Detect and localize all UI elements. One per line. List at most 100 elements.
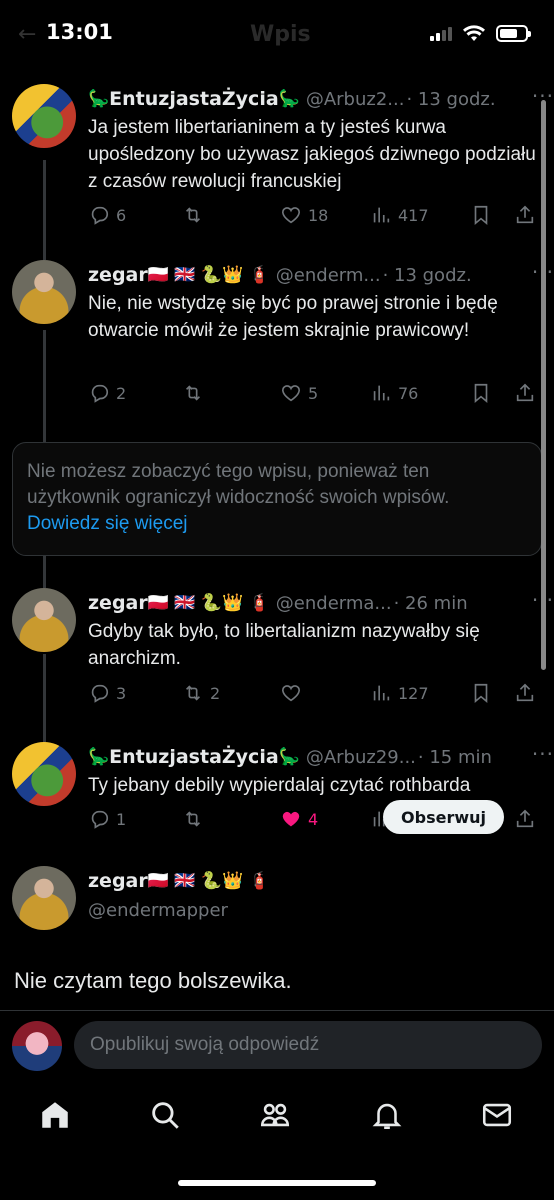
tweet-actions: 2 5 76 [88, 378, 538, 408]
repost-button[interactable] [182, 204, 280, 226]
reply-input[interactable]: Opublikuj swoją odpowiedź [74, 1021, 542, 1069]
repost-button[interactable] [182, 808, 280, 830]
bookmark-button[interactable] [470, 682, 514, 704]
views-button[interactable]: 76 [370, 382, 470, 404]
tweet[interactable]: 🦕 EntuzjastaŻycia 🦕 @Arbuz2... · 13 godz… [0, 84, 554, 250]
name-emoji: 🇵🇱 🇬🇧 🐍👑 🧯 [147, 871, 270, 891]
home-icon[interactable] [38, 1098, 72, 1132]
tweet-actions: 3 2 127 [88, 678, 538, 708]
tweet-text: Ja jestem libertarianinem a ty jesteś ku… [88, 117, 536, 192]
my-avatar[interactable] [12, 1021, 62, 1071]
avatar[interactable] [12, 588, 76, 652]
reply-icon [91, 384, 109, 403]
tweet-text: Nie, nie wstydzę się być po prawej stron… [88, 293, 498, 341]
display-name[interactable]: EntuzjastaŻycia [109, 746, 278, 768]
display-name[interactable]: zegar [88, 264, 148, 286]
scrollbar[interactable] [541, 100, 546, 670]
repost-button[interactable] [182, 382, 280, 404]
views-icon [373, 685, 390, 701]
share-icon [516, 809, 534, 828]
page-title: Wpis [250, 22, 311, 47]
heart-filled-icon [282, 811, 300, 827]
avatar[interactable] [12, 742, 76, 806]
reply-button[interactable]: 2 [88, 382, 182, 404]
tweet-text: Ty jebany debily wypierdalaj czytać roth… [88, 775, 471, 796]
repost-button[interactable]: 2 [182, 682, 280, 704]
repost-icon [185, 685, 201, 701]
name-emoji: 🦕 [278, 747, 300, 767]
reply-count: 6 [116, 205, 127, 225]
reply-composer: Opublikuj swoją odpowiedź [0, 1010, 554, 1080]
user-handle[interactable]: @Arbuz2... [306, 89, 405, 110]
main-tweet-text: Nie czytam tego bolszewika. [14, 968, 292, 993]
heart-icon [281, 207, 301, 224]
user-handle[interactable]: @Arbuz29... [306, 747, 416, 768]
share-icon [516, 205, 534, 224]
learn-more-link[interactable]: Dowiedz się więcej [27, 513, 188, 534]
communities-icon[interactable] [258, 1098, 292, 1132]
heart-icon [281, 685, 301, 702]
share-button[interactable] [514, 204, 536, 226]
bookmark-button[interactable] [470, 382, 514, 404]
timestamp[interactable]: · 26 min [394, 593, 468, 614]
name-emoji: 🇵🇱 🇬🇧 🐍👑 🧯 [147, 593, 270, 613]
tweet-header: zegar 🇵🇱 🇬🇧 🐍👑 🧯 [88, 866, 384, 896]
views-button[interactable]: 127 [370, 682, 470, 704]
tweet-header: zegar 🇵🇱 🇬🇧 🐍👑 🧯 @enderma... · 26 min [88, 588, 538, 618]
share-button[interactable] [514, 382, 536, 404]
tweet-text: Gdyby tak było, to libertalianizm nazywa… [88, 621, 480, 669]
search-icon[interactable] [148, 1098, 182, 1132]
user-handle[interactable]: @enderma... [276, 593, 392, 614]
back-arrow-icon[interactable]: ← [18, 22, 36, 47]
display-name[interactable]: zegar [88, 592, 148, 614]
share-button[interactable] [514, 808, 536, 830]
reply-icon [91, 810, 109, 829]
reply-count: 2 [116, 383, 127, 403]
main-tweet-header: zegar 🇵🇱 🇬🇧 🐍👑 🧯 [0, 866, 554, 936]
view-count: 76 [398, 383, 419, 403]
name-emoji: 🦕 [278, 89, 300, 109]
reply-button[interactable]: 1 [88, 808, 182, 830]
like-count: 5 [308, 383, 319, 403]
repost-icon [185, 811, 201, 827]
tweet[interactable]: zegar 🇵🇱 🇬🇧 🐍👑 🧯 @enderm... · 13 godz. ·… [0, 260, 554, 420]
timestamp[interactable]: · 15 min [418, 747, 492, 768]
reply-icon [91, 684, 109, 703]
wifi-icon [463, 25, 485, 41]
name-emoji: 🦕 [88, 747, 110, 767]
timestamp[interactable]: · 13 godz. [406, 89, 495, 110]
user-handle[interactable]: @enderm... [276, 265, 381, 286]
tweet[interactable]: zegar 🇵🇱 🇬🇧 🐍👑 🧯 @enderma... · 26 min ··… [0, 588, 554, 728]
notice-text: Nie możesz zobaczyć tego wpisu, ponieważ… [27, 461, 450, 508]
views-button[interactable]: 417 [370, 204, 470, 226]
messages-icon[interactable] [480, 1098, 514, 1132]
display-name[interactable]: zegar [88, 870, 148, 892]
view-count: 417 [398, 205, 429, 225]
home-indicator[interactable] [178, 1180, 376, 1186]
like-count: 18 [308, 205, 329, 225]
timestamp[interactable]: · 13 godz. [383, 265, 472, 286]
avatar[interactable] [12, 84, 76, 148]
notifications-icon[interactable] [370, 1098, 404, 1132]
follow-button[interactable]: Obserwuj [383, 800, 504, 834]
like-button[interactable]: 18 [280, 204, 370, 226]
share-button[interactable] [514, 682, 536, 704]
name-emoji: 🦕 [88, 89, 110, 109]
like-button[interactable] [280, 682, 370, 704]
reply-button[interactable]: 6 [88, 204, 182, 226]
avatar[interactable] [12, 866, 76, 930]
tweet-header: zegar 🇵🇱 🇬🇧 🐍👑 🧯 @enderm... · 13 godz. [88, 260, 538, 290]
more-options-icon[interactable]: ··· [532, 742, 554, 766]
reply-count: 3 [116, 683, 127, 703]
reply-button[interactable]: 3 [88, 682, 182, 704]
like-count: 4 [308, 809, 319, 829]
bookmark-button[interactable] [470, 204, 514, 226]
display-name[interactable]: EntuzjastaŻycia [109, 88, 278, 110]
avatar[interactable] [12, 260, 76, 324]
like-button[interactable]: 5 [280, 382, 370, 404]
status-bar: ← Wpis 13:01 [0, 0, 554, 70]
tweet-actions: 6 18 417 [88, 200, 538, 230]
like-button[interactable]: 4 [280, 808, 370, 830]
clock: 13:01 [46, 20, 113, 44]
user-handle[interactable]: @endermapper [88, 900, 228, 921]
